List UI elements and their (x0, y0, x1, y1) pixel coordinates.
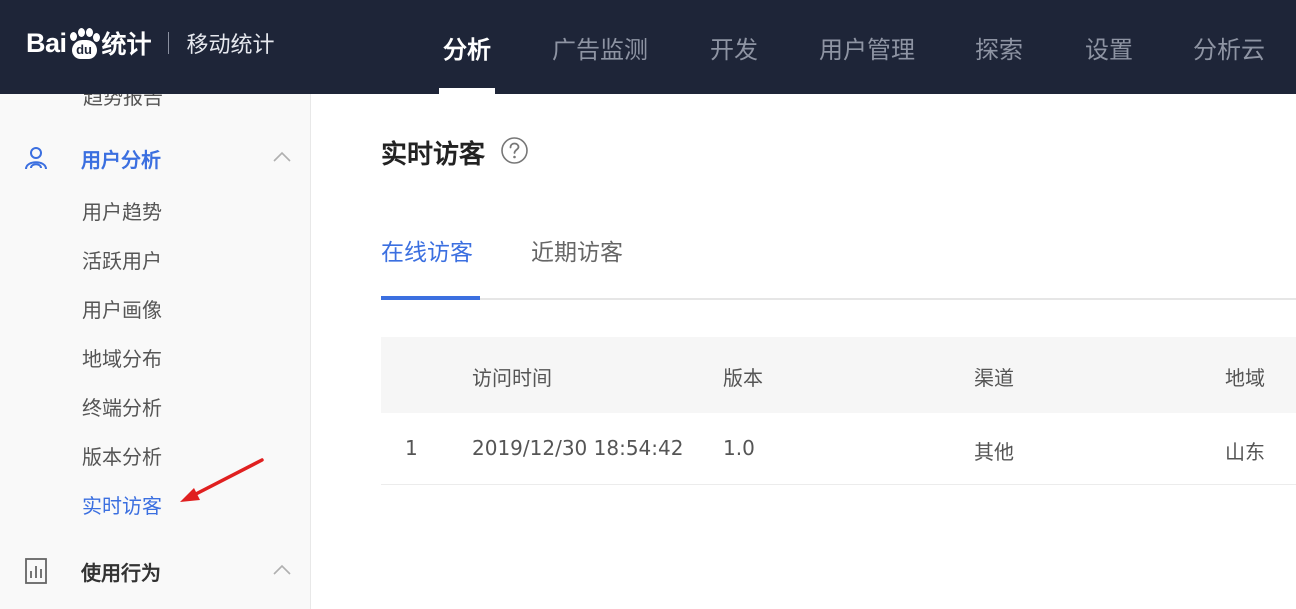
sidebar-group-label: 使用行为 (81, 560, 161, 585)
cell-channel: 其他 (974, 440, 1014, 464)
sidebar-item-region[interactable]: 地域分布 (82, 343, 162, 372)
column-header-region[interactable]: 地域 (1225, 362, 1265, 391)
cell-index: 1 (405, 436, 418, 460)
sidebar-item-user-profile[interactable]: 用户画像 (82, 294, 162, 323)
nav-ad-monitoring[interactable]: 广告监测 (548, 0, 652, 94)
user-icon (25, 147, 47, 170)
logo-brand: Bai (26, 27, 67, 58)
cell-region: 山东 (1225, 440, 1265, 464)
sidebar-group-label: 用户分析 (81, 147, 161, 172)
tab-active-indicator (381, 296, 480, 300)
nav-explore[interactable]: 探索 (969, 0, 1029, 94)
annotation-arrow-icon (180, 458, 264, 502)
sidebar-item-version[interactable]: 版本分析 (82, 441, 162, 470)
cell-version: 1.0 (723, 436, 755, 460)
tabs-divider (381, 298, 1296, 300)
sidebar-item-cut[interactable]: 趋势报告 (83, 94, 163, 110)
column-header-visit-time[interactable]: 访问时间 (472, 362, 552, 391)
baidu-tongji-logo[interactable]: Bai du 统计 移动统计 (26, 18, 275, 68)
nav-active-indicator (439, 88, 495, 94)
nav-analysis[interactable]: 分析 (436, 0, 498, 94)
sidebar-item-realtime-visitors[interactable]: 实时访客 (82, 490, 162, 519)
logo-divider (167, 32, 169, 54)
product-name: 移动统计 (186, 33, 275, 58)
page-title: 实时访客 (381, 140, 486, 170)
nav-analytics-cloud[interactable]: 分析云 (1188, 0, 1270, 94)
paw-icon: du (68, 28, 100, 59)
nav-settings[interactable]: 设置 (1078, 0, 1140, 94)
row-divider (381, 484, 1296, 485)
logo-suffix: 统计 (101, 30, 152, 59)
tab-recent-visitors[interactable]: 近期访客 (531, 233, 623, 267)
chevron-up-icon[interactable] (272, 563, 292, 577)
chevron-up-icon[interactable] (272, 150, 292, 164)
logo-du: du (76, 42, 92, 57)
column-header-version[interactable]: 版本 (723, 362, 763, 391)
column-header-channel[interactable]: 渠道 (974, 362, 1014, 391)
sidebar-item-active-users[interactable]: 活跃用户 (82, 245, 162, 274)
sidebar: 趋势报告 用户分析 用户趋势 活跃用户 用户画像 地域分布 终端分析 版本分析 … (0, 94, 311, 609)
nav-user-management[interactable]: 用户管理 (814, 0, 920, 94)
sidebar-group-usage-behavior[interactable]: 使用行为 (0, 547, 310, 595)
top-navbar: Bai du 统计 移动统计 分析 广告监测 开发 用户管理 探索 设置 分析云 (0, 0, 1296, 94)
sidebar-group-user-analysis[interactable]: 用户分析 (0, 134, 310, 182)
tab-online-visitors[interactable]: 在线访客 (381, 233, 473, 267)
cell-visit-time: 2019/12/30 18:54:42 (472, 436, 684, 460)
sidebar-item-user-trend[interactable]: 用户趋势 (82, 196, 162, 225)
help-icon[interactable] (500, 136, 529, 165)
sidebar-item-device[interactable]: 终端分析 (82, 392, 162, 421)
bar-chart-icon (25, 558, 47, 584)
nav-develop[interactable]: 开发 (703, 0, 765, 94)
